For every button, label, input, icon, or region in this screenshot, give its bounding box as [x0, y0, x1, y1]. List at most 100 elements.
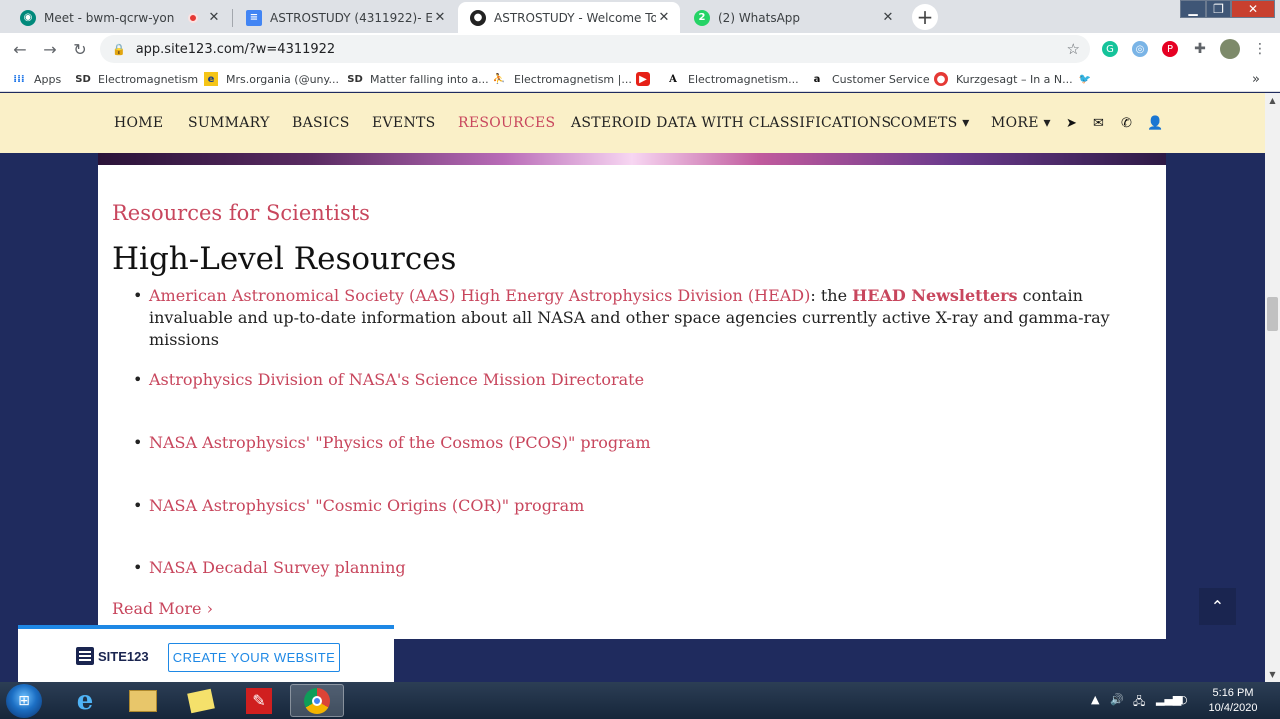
system-clock[interactable]: 5:16 PM 10/4/2020 [1198, 686, 1268, 716]
close-icon[interactable]: ✕ [206, 10, 222, 25]
tab-whatsapp[interactable]: 2 (2) WhatsApp ✕ [682, 2, 904, 33]
close-icon[interactable]: ✕ [656, 10, 672, 25]
nav-more[interactable]: MORE ▾ [991, 115, 1051, 131]
tab-title: (2) WhatsApp [718, 10, 801, 25]
apps-grid-icon: ⁞⁞⁞ [13, 73, 25, 85]
decadal-survey-link[interactable]: NASA Decadal Survey planning [149, 558, 406, 577]
reload-button[interactable]: ↻ [69, 38, 91, 60]
bookmark-youtube[interactable]: ▶ [636, 70, 658, 88]
more-bookmarks-button[interactable]: » [1252, 70, 1260, 88]
envelope-icon[interactable]: ✉ [1093, 116, 1104, 131]
back-button[interactable]: ← [9, 38, 31, 60]
address-bar[interactable]: 🔒 app.site123.com/?w=4311922 ☆ [100, 35, 1090, 63]
page-heading: High-Level Resources [112, 241, 457, 277]
bookmark-electromagnetism[interactable]: SD Electromagnetism [75, 70, 198, 88]
a-icon: A [669, 73, 677, 85]
site-navbar: HOME SUMMARY BASICS EVENTS RESOURCES AST… [0, 93, 1265, 153]
figure-icon: ⛹ [492, 73, 506, 85]
bookmark-electromagnetism-2[interactable]: ⛹ Electromagnetism |... [492, 70, 632, 88]
taskbar-acrobat[interactable]: ✎ [232, 684, 286, 717]
tab-astrostudy[interactable]: ● ASTROSTUDY - Welcome To ✕ [458, 2, 680, 33]
extensions-puzzle-icon[interactable]: ✚ [1192, 41, 1208, 57]
bookmark-customer-service[interactable]: a Customer Service [810, 70, 930, 88]
tab-editor[interactable]: ≡ ASTROSTUDY (4311922)- Editor ✕ [234, 2, 456, 33]
tab-title: Meet - bwm-qcrw-yon [44, 10, 175, 25]
bookmark-kurzgesagt[interactable]: ● Kurzgesagt – In a N... [934, 70, 1073, 88]
cor-link[interactable]: NASA Astrophysics' "Cosmic Origins (COR)… [149, 496, 584, 515]
tab-title: ASTROSTUDY - Welcome To [494, 10, 656, 25]
nav-summary[interactable]: SUMMARY [188, 115, 270, 131]
profile-avatar[interactable] [1220, 39, 1240, 59]
start-button[interactable]: ⊞ [6, 684, 42, 718]
bookmark-matter-falling[interactable]: SD Matter falling into a... [347, 70, 489, 88]
list-item: NASA Decadal Survey planning [133, 557, 1128, 579]
pinterest-icon[interactable]: P [1162, 41, 1178, 57]
scroll-to-top-button[interactable]: ⌃ [1199, 588, 1236, 625]
hero-image-edge [98, 153, 1166, 165]
bookmark-twitter[interactable]: 🐦 [1078, 70, 1100, 88]
bookmark-star-icon[interactable]: ☆ [1067, 40, 1080, 58]
internet-explorer-icon: e [76, 685, 94, 716]
twitter-icon: 🐦 [1078, 73, 1092, 85]
close-icon[interactable]: ✕ [880, 10, 896, 25]
location-arrow-icon[interactable]: ➤ [1066, 116, 1077, 131]
nav-basics[interactable]: BASICS [292, 115, 350, 131]
item-text: : the [810, 286, 853, 305]
extension-icon[interactable]: ◎ [1132, 41, 1148, 57]
acrobat-icon: ✎ [246, 687, 272, 714]
browser-toolbar: ← → ↻ 🔒 app.site123.com/?w=4311922 ☆ G ◎… [0, 33, 1280, 65]
tab-meet[interactable]: ◉ Meet - bwm-qcrw-yon ✕ [8, 2, 230, 33]
taskbar-sticky-notes[interactable] [174, 684, 228, 717]
list-item: NASA Astrophysics' "Cosmic Origins (COR)… [133, 495, 1128, 517]
nav-events[interactable]: EVENTS [372, 115, 436, 131]
nav-asteroid-data[interactable]: ASTEROID DATA WITH CLASSIFICATIONS [571, 115, 891, 131]
user-icon[interactable]: 👤 [1147, 116, 1163, 131]
bookmark-label: Electromagnetism... [688, 72, 799, 86]
create-website-button[interactable]: CREATE YOUR WEBSITE [168, 643, 340, 672]
minimize-button[interactable]: ▁ [1180, 0, 1206, 18]
close-icon[interactable]: ✕ [432, 10, 448, 25]
web-page: HOME SUMMARY BASICS EVENTS RESOURCES AST… [0, 93, 1265, 682]
meet-icon: ◉ [20, 9, 36, 26]
nasa-smd-link[interactable]: Astrophysics Division of NASA's Science … [149, 370, 644, 389]
network-icon[interactable]: 🖧 [1133, 693, 1145, 712]
scrollbar-thumb[interactable] [1267, 297, 1278, 331]
taskbar-chrome[interactable] [290, 684, 344, 717]
menu-kebab-icon[interactable]: ⋮ [1252, 41, 1268, 57]
page-scrollbar[interactable]: ▲ ▼ [1265, 93, 1280, 682]
bookmark-mrs-organia[interactable]: e Mrs.organia (@uny... [204, 70, 339, 88]
scroll-up-arrow-icon[interactable]: ▲ [1265, 93, 1280, 108]
new-tab-button[interactable]: + [912, 4, 938, 30]
list-item: American Astronomical Society (AAS) High… [133, 285, 1128, 351]
site123-logo[interactable]: SITE123 [76, 647, 149, 665]
nav-home[interactable]: HOME [114, 115, 163, 131]
sd-icon: SD [347, 73, 363, 85]
bookmarks-bar: ⁞⁞⁞ Apps SD Electromagnetism e Mrs.organ… [0, 65, 1280, 92]
forward-button[interactable]: → [39, 38, 61, 60]
bookmark-apps[interactable]: ⁞⁞⁞ Apps [12, 70, 61, 88]
nav-resources[interactable]: RESOURCES [458, 115, 555, 131]
folder-icon [129, 689, 157, 712]
pcos-link[interactable]: NASA Astrophysics' "Physics of the Cosmo… [149, 433, 651, 452]
kurzgesagt-icon: ● [934, 72, 948, 86]
bookmark-label: Matter falling into a... [370, 72, 489, 86]
url-text: app.site123.com/?w=4311922 [135, 41, 336, 57]
grammarly-icon[interactable]: G [1102, 41, 1118, 57]
taskbar-file-explorer[interactable] [116, 684, 170, 717]
tab-title: ASTROSTUDY (4311922)- Editor [270, 10, 432, 25]
scroll-down-arrow-icon[interactable]: ▼ [1265, 667, 1280, 682]
window-controls: ▁ ❐ ✕ [1180, 0, 1275, 20]
weather-icon[interactable]: ◐ [1178, 693, 1188, 706]
volume-icon[interactable]: 🔊 [1110, 693, 1124, 706]
maximize-button[interactable]: ❐ [1206, 0, 1231, 18]
phone-icon[interactable]: ✆ [1121, 116, 1132, 131]
aas-head-link[interactable]: American Astronomical Society (AAS) High… [149, 286, 810, 305]
bookmark-electromagnetism-3[interactable]: A Electromagnetism... [666, 70, 799, 88]
head-newsletters-link[interactable]: HEAD Newsletters [852, 286, 1017, 305]
read-more-link[interactable]: Read More › [112, 599, 213, 618]
taskbar-internet-explorer[interactable]: e [58, 684, 112, 717]
show-hidden-icons[interactable]: ▲ [1091, 693, 1099, 706]
close-window-button[interactable]: ✕ [1231, 0, 1275, 18]
nav-comets[interactable]: COMETS ▾ [890, 115, 970, 131]
clock-date: 10/4/2020 [1208, 702, 1258, 714]
